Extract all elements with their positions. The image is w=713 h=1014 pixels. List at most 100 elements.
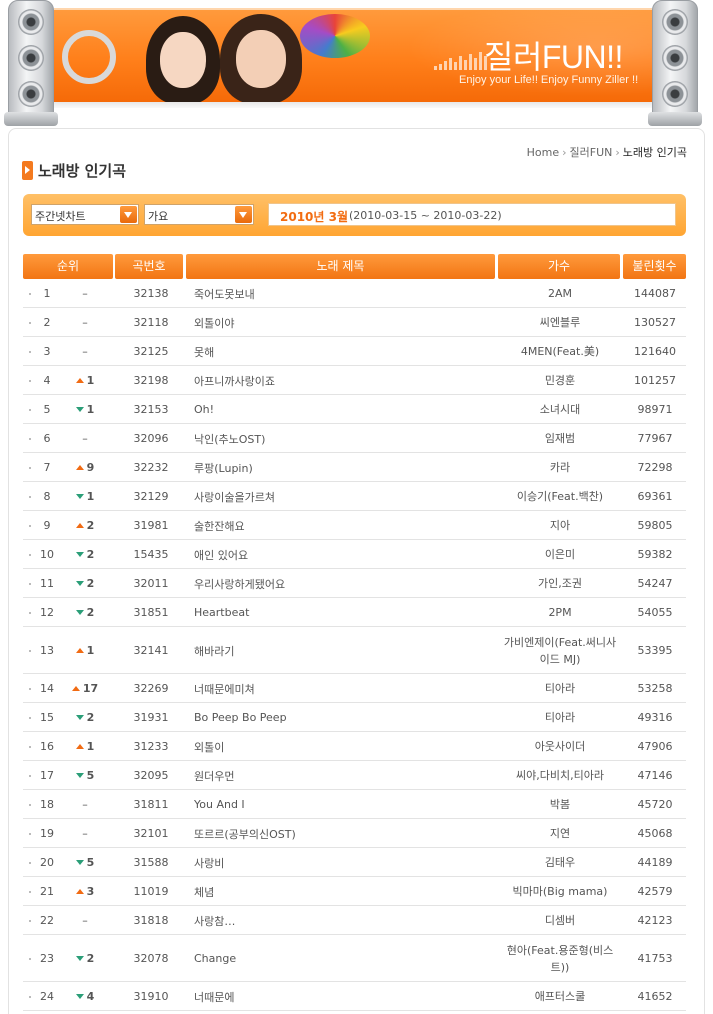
artist-link[interactable]: 빅마마(Big mama) — [499, 877, 621, 906]
artist-link[interactable]: 임재범 — [499, 424, 621, 453]
table-row[interactable]: 5 1 32153 Oh! 소녀시대 98971 — [23, 395, 686, 424]
arrow-up-icon — [75, 465, 84, 470]
rank-change-value: 5 — [86, 856, 95, 869]
table-row[interactable]: 7 9 32232 루팡(Lupin) 카라 72298 — [23, 453, 686, 482]
page-title: 노래방 인기곡 — [22, 160, 126, 181]
rank-change-value: – — [82, 827, 88, 840]
artist-link[interactable]: 아웃사이더 — [499, 732, 621, 761]
table-row[interactable]: 12 2 31851 Heartbeat 2PM 54055 — [23, 598, 686, 627]
table-row[interactable]: 24 4 31910 너때문에 애프터스쿨 41652 — [23, 982, 686, 1011]
arrow-up-icon — [75, 889, 84, 894]
artist-link[interactable]: 민경훈 — [499, 366, 621, 395]
table-row[interactable]: 22 – 31818 사랑참… 디셈버 42123 — [23, 906, 686, 935]
equalizer-icon — [434, 52, 487, 70]
table-row[interactable]: 6 – 32096 낙인(추노OST) 임재범 77967 — [23, 424, 686, 453]
table-row[interactable]: 1 – 32138 죽어도못보내 2AM 144087 — [23, 279, 686, 308]
rank-change-cell: – — [63, 906, 107, 935]
artist-link[interactable]: 현아(Feat.용준형(비스트)) — [499, 935, 621, 982]
play-count-cell: 42579 — [637, 885, 673, 898]
breadcrumb-home-link[interactable]: Home — [527, 146, 559, 159]
song-title-link[interactable]: 사랑참… — [194, 906, 494, 935]
song-title-link[interactable]: 해바라기 — [194, 627, 494, 674]
table-row[interactable]: 14 17 32269 너때문에미쳐 티아라 53258 — [23, 674, 686, 703]
breadcrumb: Home › 질러FUN › 노래방 인기곡 — [527, 144, 687, 160]
song-title-link[interactable]: Oh! — [194, 395, 494, 424]
artist-link[interactable]: 디셈버 — [499, 906, 621, 935]
table-row[interactable]: 10 2 15435 애인 있어요 이은미 59382 — [23, 540, 686, 569]
table-row[interactable]: 8 1 32129 사랑이술을가르쳐 이승기(Feat.백찬) 69361 — [23, 482, 686, 511]
artist-link[interactable]: 박봄 — [499, 790, 621, 819]
artist-link[interactable]: 지아 — [499, 511, 621, 540]
play-count-cell: 59805 — [637, 519, 673, 532]
rank-change-value: – — [82, 798, 88, 811]
table-row[interactable]: 16 1 31233 외톨이 아웃사이더 47906 — [23, 732, 686, 761]
artist-link[interactable]: 티아라 — [499, 703, 621, 732]
artist-link[interactable]: 이승기(Feat.백찬) — [499, 482, 621, 511]
artist-link[interactable]: 카라 — [499, 453, 621, 482]
rank-change-value: 2 — [86, 519, 95, 532]
artist-link[interactable]: 김태우 — [499, 848, 621, 877]
song-title-link[interactable]: Bo Peep Bo Peep — [194, 703, 494, 732]
song-title-link[interactable]: 원더우먼 — [194, 761, 494, 790]
arrow-down-icon — [75, 407, 84, 412]
table-row[interactable]: 2 – 32118 외톨이야 씨엔블루 130527 — [23, 308, 686, 337]
chart-type-select[interactable]: 주간넷차트 — [31, 204, 139, 225]
song-title-link[interactable]: Change — [194, 935, 494, 982]
song-title-link[interactable]: 외톨이 — [194, 732, 494, 761]
artist-link[interactable]: 씨야,다비치,티아라 — [499, 761, 621, 790]
table-row[interactable]: 11 2 32011 우리사랑하게됐어요 가인,조권 54247 — [23, 569, 686, 598]
arrow-down-icon — [75, 552, 84, 557]
artist-link[interactable]: 2AM — [499, 279, 621, 308]
artist-link[interactable]: 가비엔제이(Feat.써니사이드 MJ) — [499, 627, 621, 674]
table-row[interactable]: 9 2 31981 술한잔해요 지아 59805 — [23, 511, 686, 540]
artist-link[interactable]: 씨엔블루 — [499, 308, 621, 337]
song-title-link[interactable]: 애인 있어요 — [194, 540, 494, 569]
table-row[interactable]: 13 1 32141 해바라기 가비엔제이(Feat.써니사이드 MJ) 53395 — [23, 627, 686, 674]
song-title-link[interactable]: 외톨이야 — [194, 308, 494, 337]
rank-cell: 19 — [40, 827, 54, 840]
table-row[interactable]: 23 2 32078 Change 현아(Feat.용준형(비스트)) 41753 — [23, 935, 686, 982]
song-title-link[interactable]: 또르르(공부의신OST) — [194, 819, 494, 848]
artist-link[interactable]: 4MEN(Feat.美) — [499, 337, 621, 366]
artist-link[interactable]: 지연 — [499, 819, 621, 848]
song-title-link[interactable]: 낙인(추노OST) — [194, 424, 494, 453]
artist-link[interactable]: 소녀시대 — [499, 395, 621, 424]
song-title-link[interactable]: 너때문에미쳐 — [194, 674, 494, 703]
table-row[interactable]: 20 5 31588 사랑비 김태우 44189 — [23, 848, 686, 877]
table-row[interactable]: 3 – 32125 못해 4MEN(Feat.美) 121640 — [23, 337, 686, 366]
play-count-cell: 45720 — [637, 798, 673, 811]
song-title-link[interactable]: 루팡(Lupin) — [194, 453, 494, 482]
song-title-link[interactable]: 죽어도못보내 — [194, 279, 494, 308]
artist-link[interactable]: 2PM — [499, 598, 621, 627]
song-title-link[interactable]: 체념 — [194, 877, 494, 906]
rank-change-cell: 2 — [63, 511, 107, 540]
table-row[interactable]: 19 – 32101 또르르(공부의신OST) 지연 45068 — [23, 819, 686, 848]
song-title-link[interactable]: 아프니까사랑이죠 — [194, 366, 494, 395]
song-title-link[interactable]: 술한잔해요 — [194, 511, 494, 540]
table-row[interactable]: 4 1 32198 아프니까사랑이죠 민경훈 101257 — [23, 366, 686, 395]
rank-change-cell: – — [63, 790, 107, 819]
song-title-link[interactable]: 우리사랑하게됐어요 — [194, 569, 494, 598]
genre-select[interactable]: 가요 — [144, 204, 254, 225]
rank-change-value: 1 — [86, 644, 95, 657]
song-title-link[interactable]: Heartbeat — [194, 598, 494, 627]
rank-change-value: 2 — [86, 711, 95, 724]
song-title-link[interactable]: You And I — [194, 790, 494, 819]
table-row[interactable]: 18 – 31811 You And I 박봄 45720 — [23, 790, 686, 819]
rank-cell: 13 — [40, 644, 54, 657]
breadcrumb-section-link[interactable]: 질러FUN — [570, 146, 613, 159]
artist-link[interactable]: 가인,조권 — [499, 569, 621, 598]
rank-cell: 4 — [43, 374, 51, 387]
song-title-link[interactable]: 너때문에 — [194, 982, 494, 1011]
song-title-link[interactable]: 사랑이술을가르쳐 — [194, 482, 494, 511]
chevron-down-icon[interactable] — [235, 206, 252, 223]
artist-link[interactable]: 이은미 — [499, 540, 621, 569]
table-row[interactable]: 21 3 11019 체념 빅마마(Big mama) 42579 — [23, 877, 686, 906]
artist-link[interactable]: 티아라 — [499, 674, 621, 703]
song-title-link[interactable]: 못해 — [194, 337, 494, 366]
table-row[interactable]: 17 5 32095 원더우먼 씨야,다비치,티아라 47146 — [23, 761, 686, 790]
chevron-down-icon[interactable] — [120, 206, 137, 223]
table-row[interactable]: 15 2 31931 Bo Peep Bo Peep 티아라 49316 — [23, 703, 686, 732]
artist-link[interactable]: 애프터스쿨 — [499, 982, 621, 1011]
song-title-link[interactable]: 사랑비 — [194, 848, 494, 877]
